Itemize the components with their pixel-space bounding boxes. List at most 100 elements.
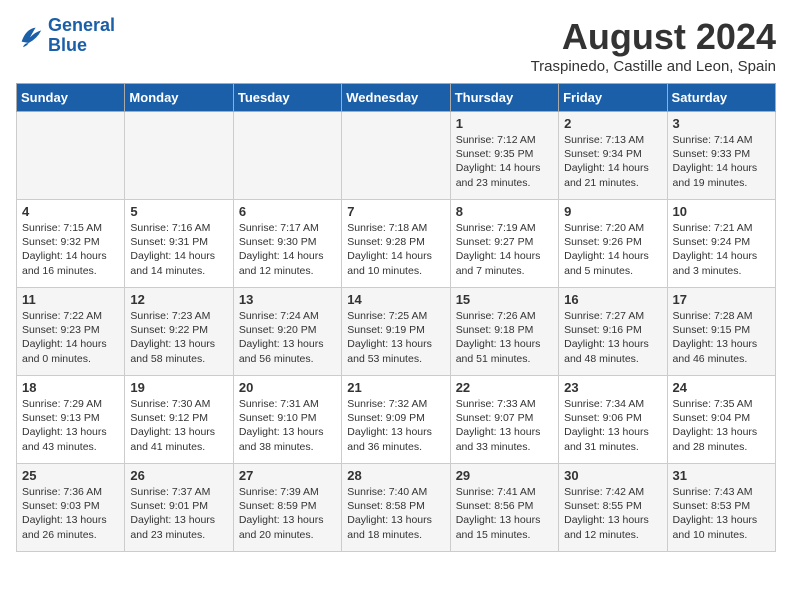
day-info: Sunrise: 7:33 AM Sunset: 9:07 PM Dayligh…: [456, 397, 553, 454]
calendar-cell: 8 Sunrise: 7:19 AM Sunset: 9:27 PM Daylig…: [450, 200, 558, 288]
day-number: 26: [130, 468, 227, 483]
day-number: 1: [456, 116, 553, 131]
day-info: Sunrise: 7:16 AM Sunset: 9:31 PM Dayligh…: [130, 221, 227, 278]
day-number: 16: [564, 292, 661, 307]
day-header-friday: Friday: [559, 84, 667, 112]
calendar-cell: 12 Sunrise: 7:23 AM Sunset: 9:22 PM Dayli…: [125, 288, 233, 376]
day-number: 28: [347, 468, 444, 483]
calendar-week-row: 18 Sunrise: 7:29 AM Sunset: 9:13 PM Dayli…: [17, 376, 776, 464]
day-number: 7: [347, 204, 444, 219]
day-info: Sunrise: 7:31 AM Sunset: 9:10 PM Dayligh…: [239, 397, 336, 454]
day-info: Sunrise: 7:29 AM Sunset: 9:13 PM Dayligh…: [22, 397, 119, 454]
day-info: Sunrise: 7:40 AM Sunset: 8:58 PM Dayligh…: [347, 485, 444, 542]
day-number: 21: [347, 380, 444, 395]
day-info: Sunrise: 7:22 AM Sunset: 9:23 PM Dayligh…: [22, 309, 119, 366]
day-number: 9: [564, 204, 661, 219]
calendar-cell: 16 Sunrise: 7:27 AM Sunset: 9:16 PM Dayli…: [559, 288, 667, 376]
calendar-cell: 21 Sunrise: 7:32 AM Sunset: 9:09 PM Dayli…: [342, 376, 450, 464]
day-info: Sunrise: 7:24 AM Sunset: 9:20 PM Dayligh…: [239, 309, 336, 366]
day-number: 29: [456, 468, 553, 483]
day-info: Sunrise: 7:32 AM Sunset: 9:09 PM Dayligh…: [347, 397, 444, 454]
day-header-saturday: Saturday: [667, 84, 775, 112]
calendar-cell: 6 Sunrise: 7:17 AM Sunset: 9:30 PM Daylig…: [233, 200, 341, 288]
calendar-cell: 5 Sunrise: 7:16 AM Sunset: 9:31 PM Daylig…: [125, 200, 233, 288]
day-number: 14: [347, 292, 444, 307]
day-info: Sunrise: 7:21 AM Sunset: 9:24 PM Dayligh…: [673, 221, 770, 278]
calendar-cell: 27 Sunrise: 7:39 AM Sunset: 8:59 PM Dayli…: [233, 464, 341, 552]
day-info: Sunrise: 7:13 AM Sunset: 9:34 PM Dayligh…: [564, 133, 661, 190]
logo-icon: [16, 22, 44, 50]
day-number: 12: [130, 292, 227, 307]
day-number: 2: [564, 116, 661, 131]
calendar-cell: 13 Sunrise: 7:24 AM Sunset: 9:20 PM Dayli…: [233, 288, 341, 376]
calendar-cell: [17, 112, 125, 200]
day-info: Sunrise: 7:20 AM Sunset: 9:26 PM Dayligh…: [564, 221, 661, 278]
day-number: 5: [130, 204, 227, 219]
day-number: 8: [456, 204, 553, 219]
day-number: 31: [673, 468, 770, 483]
day-number: 15: [456, 292, 553, 307]
day-number: 13: [239, 292, 336, 307]
calendar-cell: 10 Sunrise: 7:21 AM Sunset: 9:24 PM Dayli…: [667, 200, 775, 288]
day-info: Sunrise: 7:17 AM Sunset: 9:30 PM Dayligh…: [239, 221, 336, 278]
calendar-cell: 15 Sunrise: 7:26 AM Sunset: 9:18 PM Dayli…: [450, 288, 558, 376]
calendar-table: SundayMondayTuesdayWednesdayThursdayFrid…: [16, 83, 776, 552]
calendar-cell: [125, 112, 233, 200]
day-number: 6: [239, 204, 336, 219]
day-info: Sunrise: 7:18 AM Sunset: 9:28 PM Dayligh…: [347, 221, 444, 278]
day-number: 4: [22, 204, 119, 219]
calendar-week-row: 1 Sunrise: 7:12 AM Sunset: 9:35 PM Daylig…: [17, 112, 776, 200]
day-number: 27: [239, 468, 336, 483]
calendar-cell: 9 Sunrise: 7:20 AM Sunset: 9:26 PM Daylig…: [559, 200, 667, 288]
day-info: Sunrise: 7:14 AM Sunset: 9:33 PM Dayligh…: [673, 133, 770, 190]
calendar-cell: 31Sunrise: 7:43 AM Sunset: 8:53 PM Dayli…: [667, 464, 775, 552]
day-header-thursday: Thursday: [450, 84, 558, 112]
calendar-cell: 1 Sunrise: 7:12 AM Sunset: 9:35 PM Daylig…: [450, 112, 558, 200]
calendar-cell: [342, 112, 450, 200]
month-year-title: August 2024: [531, 16, 776, 58]
day-number: 25: [22, 468, 119, 483]
calendar-cell: [233, 112, 341, 200]
calendar-cell: 3 Sunrise: 7:14 AM Sunset: 9:33 PM Daylig…: [667, 112, 775, 200]
day-info: Sunrise: 7:39 AM Sunset: 8:59 PM Dayligh…: [239, 485, 336, 542]
day-info: Sunrise: 7:37 AM Sunset: 9:01 PM Dayligh…: [130, 485, 227, 542]
day-number: 20: [239, 380, 336, 395]
calendar-cell: 20 Sunrise: 7:31 AM Sunset: 9:10 PM Dayli…: [233, 376, 341, 464]
title-block: August 2024 Traspinedo, Castille and Leo…: [531, 16, 776, 75]
calendar-cell: 25 Sunrise: 7:36 AM Sunset: 9:03 PM Dayli…: [17, 464, 125, 552]
page-header: General Blue August 2024 Traspinedo, Cas…: [16, 16, 776, 75]
day-number: 19: [130, 380, 227, 395]
day-info: Sunrise: 7:27 AM Sunset: 9:16 PM Dayligh…: [564, 309, 661, 366]
calendar-cell: 22 Sunrise: 7:33 AM Sunset: 9:07 PM Dayli…: [450, 376, 558, 464]
day-info: Sunrise: 7:12 AM Sunset: 9:35 PM Dayligh…: [456, 133, 553, 190]
day-info: Sunrise: 7:26 AM Sunset: 9:18 PM Dayligh…: [456, 309, 553, 366]
day-info: Sunrise: 7:41 AM Sunset: 8:56 PM Dayligh…: [456, 485, 553, 542]
calendar-cell: 14Sunrise: 7:25 AM Sunset: 9:19 PM Dayli…: [342, 288, 450, 376]
day-header-tuesday: Tuesday: [233, 84, 341, 112]
day-info: Sunrise: 7:28 AM Sunset: 9:15 PM Dayligh…: [673, 309, 770, 366]
day-number: 18: [22, 380, 119, 395]
day-info: Sunrise: 7:30 AM Sunset: 9:12 PM Dayligh…: [130, 397, 227, 454]
day-number: 3: [673, 116, 770, 131]
calendar-header-row: SundayMondayTuesdayWednesdayThursdayFrid…: [17, 84, 776, 112]
day-number: 22: [456, 380, 553, 395]
day-number: 30: [564, 468, 661, 483]
calendar-week-row: 4Sunrise: 7:15 AM Sunset: 9:32 PM Daylig…: [17, 200, 776, 288]
day-info: Sunrise: 7:35 AM Sunset: 9:04 PM Dayligh…: [673, 397, 770, 454]
calendar-cell: 23Sunrise: 7:34 AM Sunset: 9:06 PM Dayli…: [559, 376, 667, 464]
day-number: 10: [673, 204, 770, 219]
day-number: 23: [564, 380, 661, 395]
day-info: Sunrise: 7:42 AM Sunset: 8:55 PM Dayligh…: [564, 485, 661, 542]
logo-text: General Blue: [48, 16, 115, 56]
day-info: Sunrise: 7:36 AM Sunset: 9:03 PM Dayligh…: [22, 485, 119, 542]
day-number: 11: [22, 292, 119, 307]
logo: General Blue: [16, 16, 115, 56]
calendar-cell: 4Sunrise: 7:15 AM Sunset: 9:32 PM Daylig…: [17, 200, 125, 288]
calendar-week-row: 11 Sunrise: 7:22 AM Sunset: 9:23 PM Dayli…: [17, 288, 776, 376]
calendar-week-row: 25 Sunrise: 7:36 AM Sunset: 9:03 PM Dayli…: [17, 464, 776, 552]
day-info: Sunrise: 7:23 AM Sunset: 9:22 PM Dayligh…: [130, 309, 227, 366]
day-number: 24: [673, 380, 770, 395]
calendar-cell: 19 Sunrise: 7:30 AM Sunset: 9:12 PM Dayli…: [125, 376, 233, 464]
calendar-cell: 11 Sunrise: 7:22 AM Sunset: 9:23 PM Dayli…: [17, 288, 125, 376]
day-info: Sunrise: 7:19 AM Sunset: 9:27 PM Dayligh…: [456, 221, 553, 278]
